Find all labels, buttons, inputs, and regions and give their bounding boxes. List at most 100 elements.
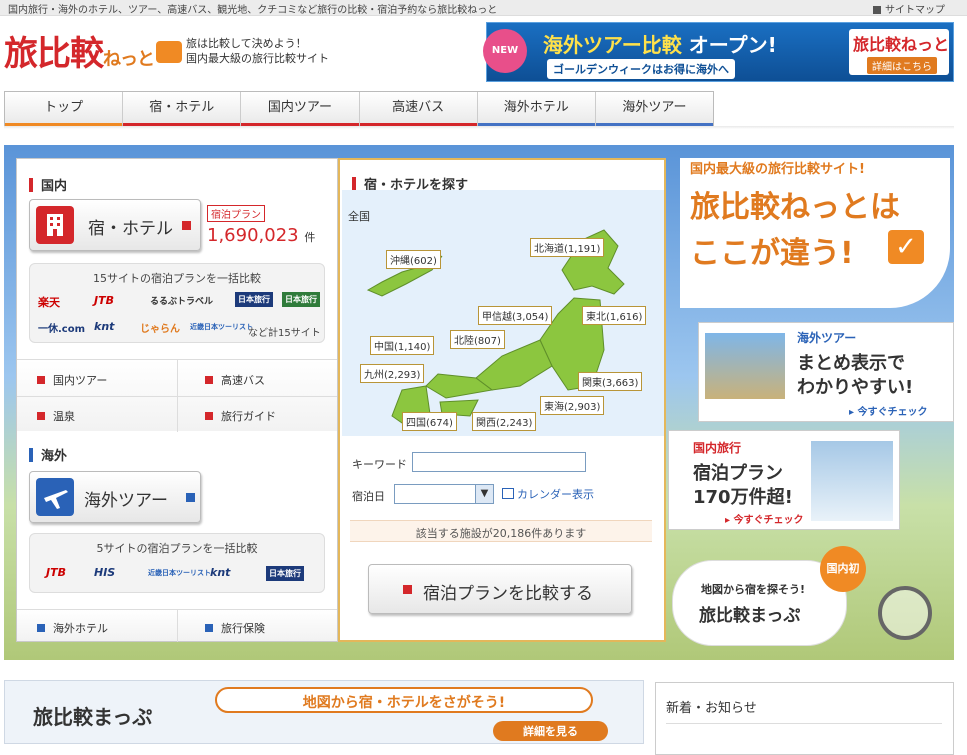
partner-logo: HIS bbox=[94, 566, 116, 579]
cardB-line2: 170万件超! bbox=[693, 487, 793, 508]
first-in-japan-badge: 国内初 bbox=[820, 546, 866, 592]
calendar-link[interactable]: カレンダー表示 bbox=[502, 486, 594, 502]
arrow-right-icon bbox=[37, 376, 45, 384]
divider bbox=[177, 610, 178, 642]
nav-domestic-tour[interactable]: 国内ツアー bbox=[241, 92, 360, 126]
nav-bus[interactable]: 高速バス bbox=[359, 92, 478, 126]
overseas-compare-label: 5サイトの宿泊プランを一括比較 bbox=[96, 542, 258, 555]
plan-count-unit: 件 bbox=[304, 231, 316, 244]
arrow-right-icon bbox=[37, 412, 45, 420]
overseas-links: 海外ホテル 旅行保険 bbox=[17, 609, 337, 642]
japan-map[interactable]: 全国 沖縄(602) 北海道(1,191) 甲信越(3,054) 東北(1,61… bbox=[342, 190, 664, 436]
arrow-right-icon bbox=[403, 585, 412, 594]
promo-line2: ここが違う! bbox=[690, 236, 854, 271]
nav-hotel[interactable]: 宿・ホテル bbox=[123, 92, 242, 126]
link-onsen[interactable]: 温泉 bbox=[37, 408, 75, 424]
banner-subtitle: ゴールデンウィークはお得に海外へ bbox=[547, 59, 735, 79]
overseas-tour-card[interactable]: 海外ツアー まとめ表示で わかりやすい! ▸ 今すぐチェック bbox=[698, 322, 954, 422]
link-overseas-hotel[interactable]: 海外ホテル bbox=[37, 620, 108, 636]
map-banner[interactable]: 旅比較まっぷ 地図から宿・ホテルをさがそう! 詳細を見る bbox=[4, 680, 644, 744]
banner-title-a: 海外ツアー比較 bbox=[543, 33, 682, 57]
hotel-button[interactable]: 宿・ホテル bbox=[29, 199, 201, 251]
cart-icon bbox=[156, 41, 182, 63]
overseas-tour-banner[interactable]: NEW 海外ツアー比較 オープン! ゴールデンウィークはお得に海外へ 旅比較ねっ… bbox=[483, 22, 954, 82]
new-badge: NEW bbox=[483, 29, 527, 73]
domestic-heading: 国内 bbox=[29, 175, 67, 194]
compare-plans-label: 宿泊プランを比較する bbox=[423, 584, 593, 604]
site-logo[interactable]: 旅比較ねっと bbox=[4, 26, 182, 75]
region-okinawa[interactable]: 沖縄(602) bbox=[386, 250, 441, 269]
overseas-heading-label: 海外 bbox=[41, 449, 68, 464]
nav-overseas-hotel[interactable]: 海外ホテル bbox=[477, 92, 596, 126]
link-insurance[interactable]: 旅行保険 bbox=[205, 620, 265, 636]
banner-logo-box: 旅比較ねっと 詳細はこちら bbox=[849, 29, 949, 75]
hotel-icon bbox=[36, 206, 74, 244]
plan-count: 1,690,023 件 bbox=[207, 225, 315, 246]
link-label: 旅行ガイド bbox=[221, 410, 276, 423]
cardA-check: ▸ 今すぐチェック bbox=[849, 407, 928, 418]
region-tohoku[interactable]: 東北(1,616) bbox=[582, 306, 647, 325]
region-tokai[interactable]: 東海(2,903) bbox=[540, 396, 605, 415]
region-kyushu[interactable]: 九州(2,293) bbox=[360, 364, 425, 383]
sitemap-label: サイトマップ bbox=[885, 5, 945, 16]
overseas-tour-button[interactable]: 海外ツアー bbox=[29, 471, 201, 523]
arrow-right-icon bbox=[37, 624, 45, 632]
nav-top[interactable]: トップ bbox=[5, 92, 124, 126]
overseas-heading: 海外 bbox=[29, 445, 67, 464]
map-line2: 旅比較まっぷ bbox=[699, 606, 801, 626]
banner-title: 海外ツアー比較 オープン! bbox=[543, 29, 777, 58]
map-banner-text-box: 地図から宿・ホテルをさがそう! bbox=[215, 687, 593, 713]
partner-logo: 近畿日本ツーリスト bbox=[190, 323, 253, 331]
domestic-partners-box: 15サイトの宿泊プランを一括比較 楽天 JTB るるぶトラベル 日本旅行 日本旅… bbox=[29, 263, 325, 343]
sitemap-link[interactable]: サイトマップ bbox=[873, 1, 945, 16]
link-domestic-tour[interactable]: 国内ツアー bbox=[37, 372, 107, 388]
partner-logo: 日本旅行 bbox=[266, 566, 304, 581]
domestic-links: 国内ツアー 高速バス 温泉 旅行ガイド bbox=[17, 359, 337, 432]
map-detail-button[interactable]: 詳細を見る bbox=[493, 721, 608, 741]
region-shikoku[interactable]: 四国(674) bbox=[402, 412, 457, 431]
hotel-button-label: 宿・ホテル bbox=[88, 219, 173, 239]
link-bus[interactable]: 高速バス bbox=[205, 372, 265, 388]
top-bar: 国内旅行・海外のホテル、ツアー、高速バス、観光地、クチコミなど旅行の比較・宿泊予… bbox=[0, 0, 967, 16]
global-nav: トップ 宿・ホテル 国内ツアー 高速バス 海外ホテル 海外ツアー bbox=[4, 91, 714, 126]
airplane-icon bbox=[36, 478, 74, 516]
region-kansai[interactable]: 関西(2,243) bbox=[472, 412, 537, 431]
promo-small: 国内最大級の旅行比較サイト! bbox=[690, 162, 865, 177]
site-tagline: 国内旅行・海外のホテル、ツアー、高速バス、観光地、クチコミなど旅行の比較・宿泊予… bbox=[8, 5, 498, 16]
tagline-line1: 旅は比較して決めよう！ bbox=[186, 37, 307, 50]
partners-more: など計15サイト bbox=[248, 328, 321, 339]
mont-saint-michel-image bbox=[705, 333, 785, 399]
cardA-line1: まとめ表示で bbox=[797, 353, 905, 374]
domestic-travel-card[interactable]: 国内旅行 宿泊プラン 170万件超! ▸ 今すぐチェック bbox=[668, 430, 900, 530]
arrow-right-icon bbox=[205, 412, 213, 420]
partner-logo: knt bbox=[94, 320, 115, 333]
divider bbox=[17, 396, 337, 397]
keyword-input[interactable] bbox=[412, 452, 586, 472]
compare-plans-button[interactable]: 宿泊プランを比較する bbox=[368, 564, 632, 614]
category-panel: 国内 宿・ホテル 宿泊プラン 1,690,023 件 15サイトの宿泊プランを一… bbox=[16, 158, 338, 642]
promo-headline[interactable]: 国内最大級の旅行比較サイト! 旅比較ねっとは ここが違う! ✓ bbox=[680, 158, 950, 308]
partner-logo: knt bbox=[210, 566, 231, 579]
cardB-check: ▸ 今すぐチェック bbox=[725, 515, 804, 526]
region-hokuriku[interactable]: 北陸(807) bbox=[450, 330, 505, 349]
partner-logo: 日本旅行 bbox=[235, 292, 273, 307]
partner-logo: じゃらん bbox=[140, 324, 180, 335]
map-banner-text: 地図から宿・ホテルをさがそう! bbox=[302, 695, 506, 711]
cardA-tag: 海外ツアー bbox=[797, 331, 857, 345]
region-kanto[interactable]: 関東(3,663) bbox=[578, 372, 643, 391]
region-hokkaido[interactable]: 北海道(1,191) bbox=[530, 238, 605, 257]
link-guide[interactable]: 旅行ガイド bbox=[205, 408, 276, 424]
heading-bar bbox=[29, 448, 33, 462]
date-select[interactable]: ▼ bbox=[394, 484, 494, 504]
arrow-right-icon bbox=[205, 376, 213, 384]
partner-logo: 楽天 bbox=[38, 296, 60, 309]
promo-line1: 旅比較ねっとは bbox=[690, 190, 900, 225]
nav-overseas-tour[interactable]: 海外ツアー bbox=[595, 92, 714, 126]
cardB-tag: 国内旅行 bbox=[693, 441, 742, 455]
region-chugoku[interactable]: 中国(1,140) bbox=[370, 336, 435, 355]
region-koshinetsu[interactable]: 甲信越(3,054) bbox=[478, 306, 553, 325]
arrow-right-icon bbox=[205, 624, 213, 632]
partner-logo: 一休.com bbox=[38, 324, 86, 335]
banner-detail-button[interactable]: 詳細はこちら bbox=[867, 57, 937, 74]
partner-logo: 日本旅行 bbox=[282, 292, 320, 307]
